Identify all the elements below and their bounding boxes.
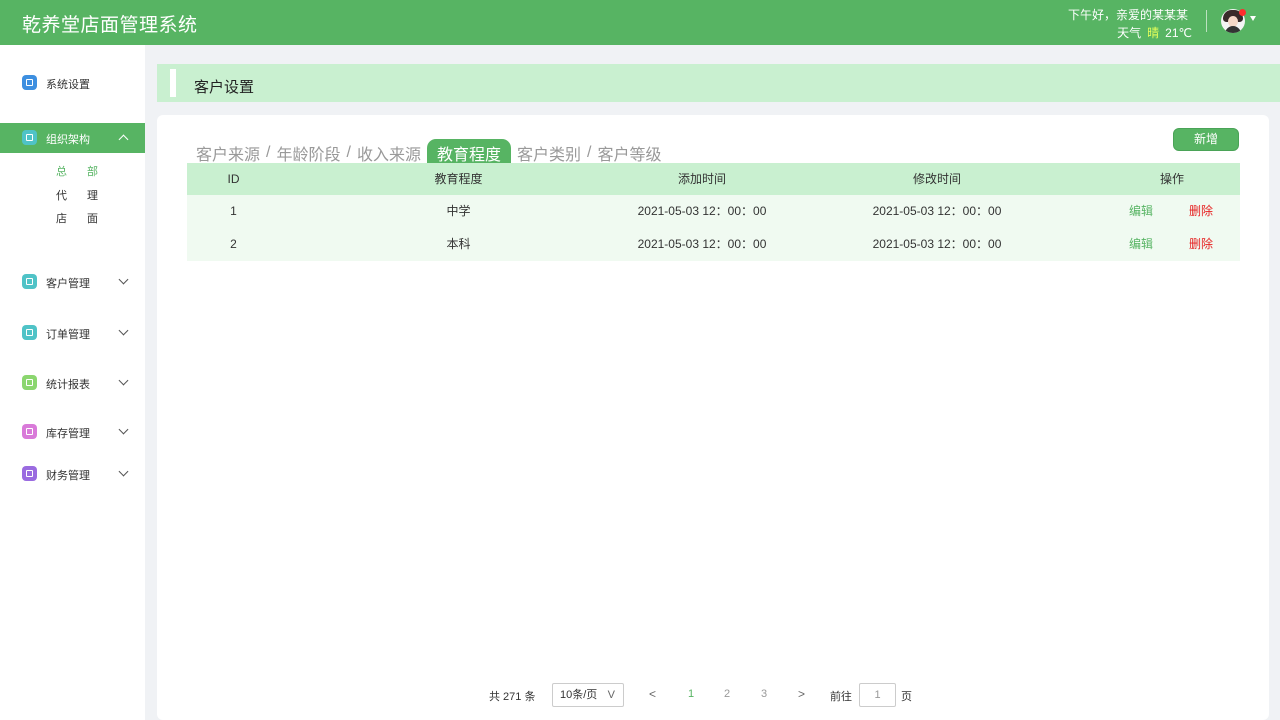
cell-education: 本科 <box>446 237 471 251</box>
page-number[interactable]: 1 <box>688 688 694 700</box>
cell-added-time: 2021-05-03 12：00：00 <box>637 237 767 251</box>
home-icon <box>22 274 37 289</box>
user-greeting: 下午好，亲爱的某某某 <box>1067 8 1188 22</box>
title-accent <box>170 69 176 97</box>
page-number[interactable]: 3 <box>761 688 767 700</box>
header-divider <box>1206 10 1207 32</box>
home-icon <box>22 75 37 90</box>
sidebar-item-label: 财务管理 <box>46 470 90 482</box>
page-size-value: 10条/页 <box>560 689 598 701</box>
temperature: 21℃ <box>1165 26 1192 40</box>
education-table: ID 教育程度 添加时间 修改时间 操作 1 中学 2021-05-03 12：… <box>187 163 1240 261</box>
content-card: 客户来源 / 年龄阶段 / 收入来源 教育程度 客户类别 / 客户等级 新增 ID 教育程度 添… <box>157 115 1269 720</box>
goto-label: 前往 <box>830 691 852 703</box>
page-number[interactable]: 2 <box>724 688 730 700</box>
sidebar-item-system-settings[interactable]: 系统设置 <box>0 68 145 98</box>
column-header-added-time: 添加时间 <box>677 172 726 186</box>
cell-id: 1 <box>230 204 237 218</box>
tab-customer-level[interactable]: 客户等级 <box>597 141 661 165</box>
prev-page-button[interactable]: < <box>649 687 656 701</box>
page-title: 客户设置 <box>194 79 255 96</box>
page-size-select[interactable]: 10条/页 V <box>552 683 624 707</box>
chevron-down-icon <box>118 424 129 435</box>
chevron-down-icon <box>118 466 129 477</box>
chevron-down-icon <box>118 375 129 386</box>
section-title-bar: 客户设置 <box>157 64 1280 102</box>
chevron-down-icon <box>118 274 129 285</box>
total-count: 共 271 条 <box>489 691 536 703</box>
table-row: 1 中学 2021-05-03 12：00：00 2021-05-03 12：0… <box>187 195 1240 228</box>
gear-icon <box>22 130 37 145</box>
tab-age-stage[interactable]: 年龄阶段 <box>276 141 340 165</box>
sidebar-item-organization[interactable]: 组织架构 <box>0 123 145 153</box>
gear-icon <box>22 375 37 390</box>
weather-condition: 晴 <box>1147 26 1160 40</box>
goto-page-input[interactable]: 1 <box>859 683 896 707</box>
chevron-up-icon <box>118 134 129 145</box>
table-header: ID 教育程度 添加时间 修改时间 操作 <box>187 163 1240 195</box>
user-menu-caret-icon[interactable] <box>1250 16 1256 21</box>
home-icon <box>22 325 37 340</box>
sidebar-item-finance[interactable]: 财务管理 <box>0 459 145 489</box>
gear-icon <box>22 466 37 481</box>
sidebar-subitem-agent[interactable]: 代理 <box>56 187 118 203</box>
chevron-down-icon: V <box>607 689 615 701</box>
edit-link[interactable]: 编辑 <box>1129 195 1153 228</box>
top-header: 乾养堂店面管理系统 下午好，亲爱的某某某 天气晴 21℃ <box>0 0 1280 45</box>
column-header-actions: 操作 <box>1159 172 1184 186</box>
weather-label: 天气 <box>1117 26 1142 40</box>
column-header-id: ID <box>227 172 240 186</box>
tab-separator: / <box>266 144 271 161</box>
delete-link[interactable]: 删除 <box>1189 228 1213 261</box>
sidebar-subitem-store[interactable]: 店面 <box>56 210 118 226</box>
sidebar-item-label: 库存管理 <box>46 428 90 440</box>
sidebar-item-label: 统计报表 <box>46 379 90 391</box>
cell-modified-time: 2021-05-03 12：00：00 <box>872 237 1002 251</box>
tab-income-source[interactable]: 收入来源 <box>357 141 421 165</box>
cell-id: 2 <box>230 237 237 251</box>
sidebar-item-reports[interactable]: 统计报表 <box>0 368 145 398</box>
sidebar-item-inventory[interactable]: 库存管理 <box>0 417 145 447</box>
tab-customer-category[interactable]: 客户类别 <box>517 141 581 165</box>
category-tabs: 客户来源 / 年龄阶段 / 收入来源 教育程度 客户类别 / 客户等级 <box>196 139 661 167</box>
sidebar-item-label: 客户管理 <box>46 278 90 290</box>
pagination: 共 271 条 10条/页 V < 1 2 3 > 前往 1 页 <box>0 683 1280 707</box>
table-row: 2 本科 2021-05-03 12：00：00 2021-05-03 12：0… <box>187 228 1240 261</box>
sidebar-subitem-headquarters[interactable]: 总部 <box>56 163 118 179</box>
app-title: 乾养堂店面管理系统 <box>22 15 198 36</box>
edit-link[interactable]: 编辑 <box>1129 228 1153 261</box>
tab-separator: / <box>586 144 592 161</box>
next-page-button[interactable]: > <box>798 687 805 701</box>
tab-customer-source[interactable]: 客户来源 <box>196 141 260 165</box>
sidebar-item-label: 系统设置 <box>46 79 90 91</box>
tab-separator: / <box>346 144 351 161</box>
cell-modified-time: 2021-05-03 12：00：00 <box>872 204 1002 218</box>
cell-education: 中学 <box>446 204 471 218</box>
chevron-down-icon <box>118 325 129 336</box>
column-header-education: 教育程度 <box>434 172 483 186</box>
page-unit-label: 页 <box>901 691 912 703</box>
home-icon <box>22 424 37 439</box>
sidebar-item-label: 组织架构 <box>46 134 90 146</box>
add-button[interactable]: 新增 <box>1173 128 1239 151</box>
sidebar-item-label: 订单管理 <box>46 329 90 341</box>
column-header-modified-time: 修改时间 <box>912 172 961 186</box>
weather-info: 天气晴 21℃ <box>1117 24 1192 41</box>
cell-added-time: 2021-05-03 12：00：00 <box>637 204 767 218</box>
sidebar-item-orders[interactable]: 订单管理 <box>0 318 145 348</box>
notification-dot <box>1239 9 1246 16</box>
delete-link[interactable]: 删除 <box>1189 195 1213 228</box>
sidebar: 系统设置 组织架构 总部 代理 店面 客户管理 订单管理 统计报表 库存管理 财… <box>0 45 145 720</box>
sidebar-item-customers[interactable]: 客户管理 <box>0 267 145 297</box>
